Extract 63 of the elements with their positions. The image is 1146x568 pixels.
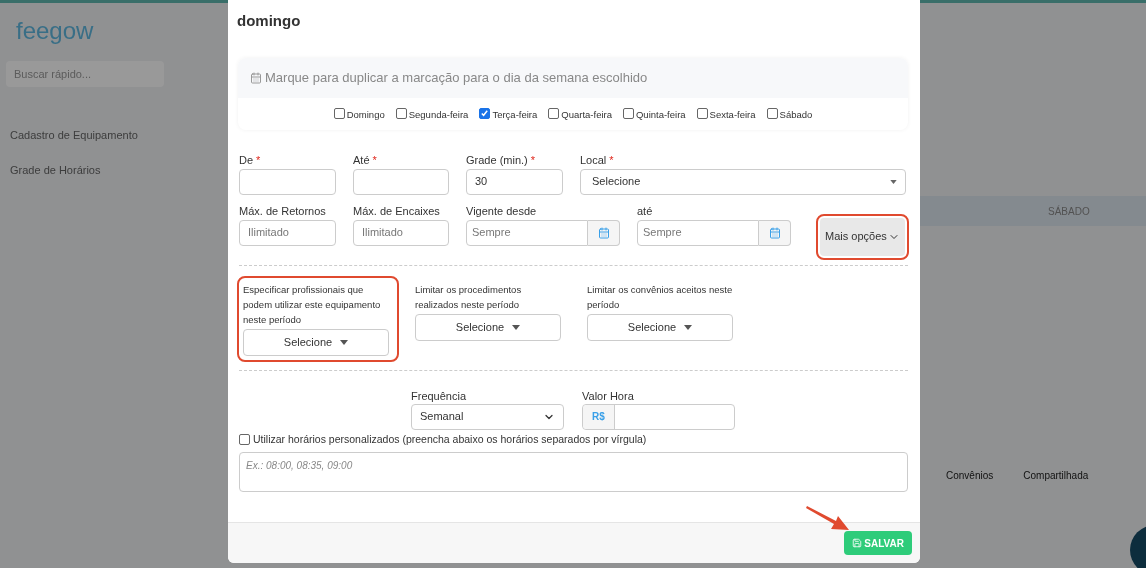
pointer-arrow [806, 504, 850, 531]
modal-title: domingo [237, 11, 302, 31]
currency-prefix: R$ [583, 404, 615, 429]
select-button[interactable]: Selecione [415, 313, 561, 341]
input-field[interactable] [353, 168, 449, 195]
day-header: SÁBADO [1048, 204, 1090, 219]
day-checkbox[interactable] [622, 108, 634, 119]
field-label: Máx. de Encaixes [353, 203, 441, 219]
day-checkbox[interactable] [395, 108, 407, 119]
panel-heading: Marque para duplicar a marcação para o dia da semana escolhido [265, 68, 648, 87]
field-label: até [637, 203, 654, 219]
input-field[interactable] [239, 168, 336, 195]
day-label: Quinta-feira [635, 107, 686, 122]
calendar-icon [768, 226, 781, 239]
restriction-label: Limitar os procedimentos realizados neste período [415, 282, 523, 312]
field-label: De * [239, 152, 262, 168]
checkbox[interactable] [239, 433, 250, 445]
restriction-label: Especificar profissionais que podem utilizar este equipamento neste período [243, 282, 382, 327]
field-label: Valor Hora [582, 388, 635, 404]
field-label: Frequência [411, 388, 468, 404]
caret-icon [340, 339, 349, 345]
calendar-icon [250, 71, 262, 84]
day-label: Sábado [779, 107, 813, 122]
more-options-button[interactable]: Mais opções [820, 217, 905, 256]
sidebar-item[interactable]: Cadastro de Equipamento [10, 127, 170, 144]
select-field[interactable]: Selecione [580, 168, 906, 195]
checkbox-label: Utilizar horários personalizados (preencha abaixo os horários separados por vírgula) [253, 431, 647, 447]
logo: feegow [15, 16, 95, 46]
sidebar-item[interactable]: Grade de Horários [10, 161, 170, 178]
restriction-label: Limitar os convênios aceitos neste período [587, 282, 734, 312]
input-field[interactable]: Ilimitado [239, 219, 336, 246]
field-label: Grade (min.) * [466, 152, 537, 168]
field-label: Vigente desde [466, 203, 538, 219]
input-field[interactable]: Ilimitado [353, 219, 449, 246]
day-checkbox[interactable] [333, 108, 345, 119]
field-label: Até * [353, 152, 378, 168]
table-header: Compartilhada [1023, 469, 1089, 483]
select-button[interactable]: Selecione [243, 328, 389, 356]
save-icon [852, 538, 863, 548]
date-field[interactable]: Sempre [637, 219, 759, 246]
calendar-icon [597, 226, 610, 239]
day-label: Terça-feira [492, 107, 538, 122]
caret-icon [684, 324, 693, 330]
day-checkbox[interactable] [479, 108, 491, 119]
day-label: Quarta-feira [561, 107, 612, 122]
day-label: Sexta-feira [709, 107, 756, 122]
search-field[interactable]: Buscar rápido... [6, 61, 164, 87]
day-checkbox[interactable] [766, 108, 778, 119]
field-label: Máx. de Retornos [239, 203, 327, 219]
field-label: Local * [580, 152, 615, 168]
day-checkbox[interactable] [696, 108, 708, 119]
day-label: Segunda-feira [408, 107, 469, 122]
day-label: Domingo [346, 107, 385, 122]
caret-icon [890, 179, 897, 184]
times-textarea[interactable]: Ex.: 08:00, 08:35, 09:00 [239, 452, 908, 493]
caret-icon [512, 324, 521, 330]
table-header: Convênios [946, 469, 994, 483]
day-checkbox[interactable] [548, 108, 560, 119]
date-field[interactable]: Sempre [466, 219, 588, 246]
input-field[interactable]: 30 [466, 168, 563, 195]
select-field[interactable]: Semanal [411, 403, 564, 430]
select-button[interactable]: Selecione [587, 313, 733, 341]
currency-field[interactable]: R$ [582, 403, 735, 430]
